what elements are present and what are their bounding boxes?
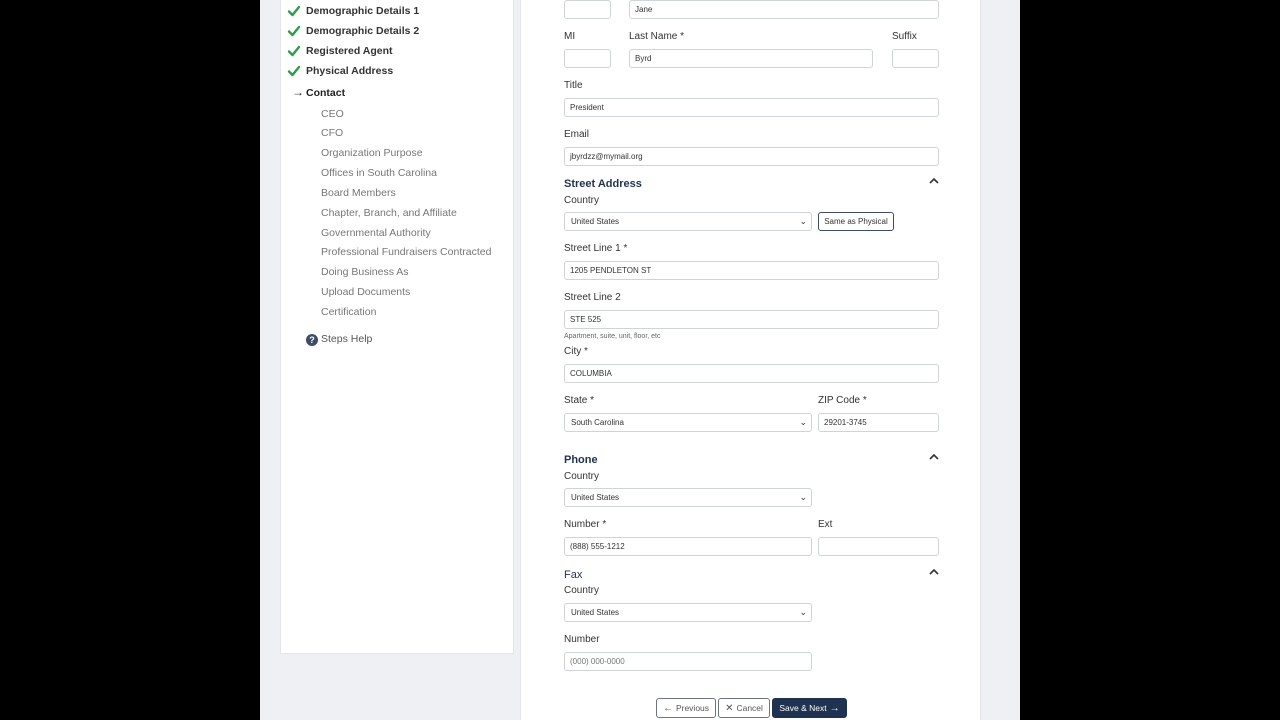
street-country-value: United States: [571, 217, 620, 226]
phone-number-input[interactable]: (888) 555-1212: [564, 537, 812, 556]
contact-form: Jane MI Last Name * Suffix Byrd Title Pr…: [520, 0, 981, 720]
phone-country-select[interactable]: United States ⌄: [564, 488, 812, 507]
chevron-up-icon[interactable]: [928, 567, 940, 577]
mi-label: MI: [564, 31, 576, 42]
street-country-label: Country: [564, 195, 600, 206]
city-label: City *: [564, 346, 588, 357]
step-ceo: CEO: [321, 108, 344, 120]
title-input[interactable]: President: [564, 98, 939, 117]
phone-ext-label: Ext: [818, 519, 833, 530]
street-line2-input[interactable]: STE 525: [564, 310, 939, 329]
state-label: State *: [564, 395, 595, 406]
step-label: Demographic Details 2: [306, 25, 420, 37]
step-label: Registered Agent: [306, 45, 393, 57]
email-label: Email: [564, 129, 590, 140]
street-line1-label: Street Line 1 *: [564, 243, 628, 254]
check-icon: [287, 25, 301, 37]
fax-country-label: Country: [564, 585, 600, 596]
street-line2-label: Street Line 2: [564, 292, 621, 303]
chevron-up-icon[interactable]: [928, 452, 940, 462]
check-icon: [287, 65, 301, 77]
question-circle-icon: ?: [306, 334, 318, 346]
save-next-button[interactable]: Save & Next →: [772, 698, 847, 718]
chevron-down-icon: ⌄: [799, 607, 807, 617]
step-cfo: CFO: [321, 127, 344, 139]
steps-help-label: Steps Help: [321, 333, 373, 345]
state-value: South Carolina: [571, 418, 624, 427]
phone-heading: Phone: [564, 454, 598, 466]
step-physical-address[interactable]: Physical Address: [287, 63, 394, 79]
street-line2-help: Apartment, suite, unit, floor, etc: [564, 333, 661, 340]
fax-country-select[interactable]: United States ⌄: [564, 603, 812, 622]
step-board-members: Board Members: [321, 187, 396, 199]
cancel-button[interactable]: ✕ Cancel: [718, 698, 770, 718]
arrow-right-icon: →: [292, 85, 304, 99]
fax-number-input[interactable]: (000) 000-0000: [564, 652, 812, 671]
cancel-label: Cancel: [736, 703, 763, 713]
step-demographic-details-1[interactable]: Demographic Details 1: [287, 3, 420, 19]
chevron-down-icon: ⌄: [799, 417, 807, 427]
step-offices-sc: Offices in South Carolina: [321, 167, 437, 179]
steps-sidebar: Demographic Details 1 Demographic Detail…: [280, 0, 514, 654]
mi-input[interactable]: [564, 49, 611, 68]
step-registered-agent[interactable]: Registered Agent: [287, 43, 393, 59]
step-upload-documents: Upload Documents: [321, 286, 411, 298]
zip-label: ZIP Code *: [818, 395, 867, 406]
close-icon: ✕: [725, 703, 734, 714]
steps-help-link[interactable]: ? Steps Help: [306, 331, 372, 347]
title-label: Title: [564, 80, 583, 91]
save-next-label: Save & Next: [779, 703, 827, 713]
chevron-down-icon: ⌄: [799, 492, 807, 502]
phone-ext-input[interactable]: [818, 537, 939, 556]
step-label: Demographic Details 1: [306, 5, 420, 17]
fax-country-value: United States: [571, 608, 620, 617]
phone-country-label: Country: [564, 471, 600, 482]
check-icon: [287, 45, 301, 57]
suffix-label: Suffix: [892, 31, 917, 42]
same-as-physical-button[interactable]: Same as Physical: [818, 212, 894, 231]
step-label: Contact: [306, 87, 346, 99]
street-line1-input[interactable]: 1205 PENDLETON ST: [564, 261, 939, 280]
city-input[interactable]: COLUMBIA: [564, 364, 939, 383]
street-country-select[interactable]: United States ⌄: [564, 212, 812, 231]
arrow-left-icon: ←: [662, 703, 673, 714]
first-name-input[interactable]: Jane: [629, 0, 939, 19]
zip-input[interactable]: 29201-3745: [818, 413, 939, 432]
step-chapter-branch-affiliate: Chapter, Branch, and Affiliate: [321, 207, 457, 219]
phone-country-value: United States: [571, 493, 620, 502]
last-name-label: Last Name *: [629, 31, 685, 42]
phone-number-label: Number *: [564, 519, 607, 530]
check-icon: [287, 5, 301, 17]
suffix-input[interactable]: [892, 49, 939, 68]
last-name-input[interactable]: Byrd: [629, 49, 873, 68]
arrow-right-icon: →: [829, 703, 840, 714]
step-certification: Certification: [321, 306, 377, 318]
step-label: Physical Address: [306, 65, 394, 77]
state-select[interactable]: South Carolina ⌄: [564, 413, 812, 432]
street-address-heading: Street Address: [564, 178, 642, 190]
step-governmental-authority: Governmental Authority: [321, 227, 431, 239]
step-doing-business-as: Doing Business As: [321, 266, 409, 278]
step-demographic-details-2[interactable]: Demographic Details 2: [287, 23, 420, 39]
step-contact[interactable]: → Contact: [292, 85, 346, 101]
chevron-up-icon[interactable]: [928, 176, 940, 186]
previous-label: Previous: [675, 703, 710, 713]
email-input[interactable]: jbyrdzz@mymail.org: [564, 147, 939, 166]
chevron-down-icon: ⌄: [799, 216, 807, 226]
step-professional-fundraisers: Professional Fundraisers Contracted: [321, 246, 492, 258]
fax-number-label: Number: [564, 634, 600, 645]
step-organization-purpose: Organization Purpose: [321, 147, 423, 159]
page-viewport: Demographic Details 1 Demographic Detail…: [260, 0, 1020, 720]
previous-button[interactable]: ← Previous: [656, 698, 716, 718]
prefix-input[interactable]: [564, 0, 611, 19]
fax-heading: Fax: [564, 569, 583, 581]
